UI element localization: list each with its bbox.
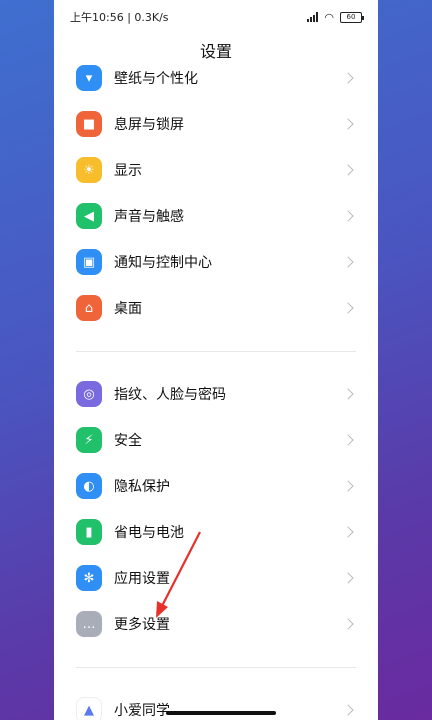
status-bar: 上午10:56 | 0.3K/s ◠ 60: [54, 0, 378, 34]
settings-item-label: 更多设置: [114, 617, 170, 633]
settings-item-notifications[interactable]: ▣ 通知与控制中心: [54, 239, 378, 285]
chevron-right-icon: [342, 618, 354, 630]
settings-item-label: 息屏与锁屏: [114, 117, 184, 133]
battery-icon: ▮: [76, 519, 102, 545]
signal-icon: [307, 12, 319, 22]
more-icon: …: [76, 611, 102, 637]
settings-item-label: 通知与控制中心: [114, 255, 212, 271]
chevron-right-icon: [342, 164, 354, 176]
section-divider: [76, 351, 356, 352]
gear-icon: ✻: [76, 565, 102, 591]
chevron-right-icon: [342, 526, 354, 538]
chevron-right-icon: [342, 572, 354, 584]
chevron-right-icon: [342, 434, 354, 446]
settings-item-apps[interactable]: ✻ 应用设置: [54, 555, 378, 601]
chevron-right-icon: [342, 302, 354, 314]
settings-item-label: 显示: [114, 163, 142, 179]
settings-item-label: 指纹、人脸与密码: [114, 387, 226, 403]
settings-item-more[interactable]: … 更多设置: [54, 601, 378, 647]
settings-item-label: 壁纸与个性化: [114, 71, 198, 87]
settings-item-security[interactable]: ⚡ 安全: [54, 417, 378, 463]
status-icons: ◠ 60: [307, 10, 364, 24]
battery-indicator: 60: [340, 11, 364, 23]
settings-item-label: 安全: [114, 433, 142, 449]
settings-item-label: 声音与触感: [114, 209, 184, 225]
settings-item-sound[interactable]: ◀ 声音与触感: [54, 193, 378, 239]
settings-item-xiaoai[interactable]: ▲ 小爱同学: [54, 687, 378, 720]
settings-item-lock-screen[interactable]: ■ 息屏与锁屏: [54, 101, 378, 147]
sun-icon: ☀: [76, 157, 102, 183]
speaker-icon: ◀: [76, 203, 102, 229]
settings-item-label: 应用设置: [114, 571, 170, 587]
settings-item-home-screen[interactable]: ⌂ 桌面: [54, 285, 378, 331]
home-indicator[interactable]: [166, 711, 276, 715]
settings-item-label: 省电与电池: [114, 525, 184, 541]
settings-item-label: 小爱同学: [114, 703, 170, 719]
lock-screen-icon: ■: [76, 111, 102, 137]
settings-item-display[interactable]: ☀ 显示: [54, 147, 378, 193]
chevron-right-icon: [342, 210, 354, 222]
chevron-right-icon: [342, 480, 354, 492]
chevron-right-icon: [342, 118, 354, 130]
notification-icon: ▣: [76, 249, 102, 275]
settings-item-label: 桌面: [114, 301, 142, 317]
settings-item-wallpaper[interactable]: ▾ 壁纸与个性化: [54, 55, 378, 101]
phone-screen: 上午10:56 | 0.3K/s ◠ 60 设置 ▾ 壁纸与个性化 ■ 息屏与锁…: [54, 0, 378, 720]
settings-item-battery[interactable]: ▮ 省电与电池: [54, 509, 378, 555]
chevron-right-icon: [342, 72, 354, 84]
section-divider: [76, 667, 356, 668]
wallpaper-icon: ▾: [76, 65, 102, 91]
settings-item-label: 隐私保护: [114, 479, 170, 495]
xiaoai-icon: ▲: [76, 697, 102, 720]
shield-icon: ⚡: [76, 427, 102, 453]
home-icon: ⌂: [76, 295, 102, 321]
chevron-right-icon: [342, 256, 354, 268]
chevron-right-icon: [342, 388, 354, 400]
settings-item-privacy[interactable]: ◐ 隐私保护: [54, 463, 378, 509]
chevron-right-icon: [342, 704, 354, 716]
settings-item-biometrics[interactable]: ◎ 指纹、人脸与密码: [54, 371, 378, 417]
wifi-icon: ◠: [324, 10, 334, 24]
fingerprint-icon: ◎: [76, 381, 102, 407]
status-time: 上午10:56 | 0.3K/s: [70, 11, 169, 24]
privacy-icon: ◐: [76, 473, 102, 499]
